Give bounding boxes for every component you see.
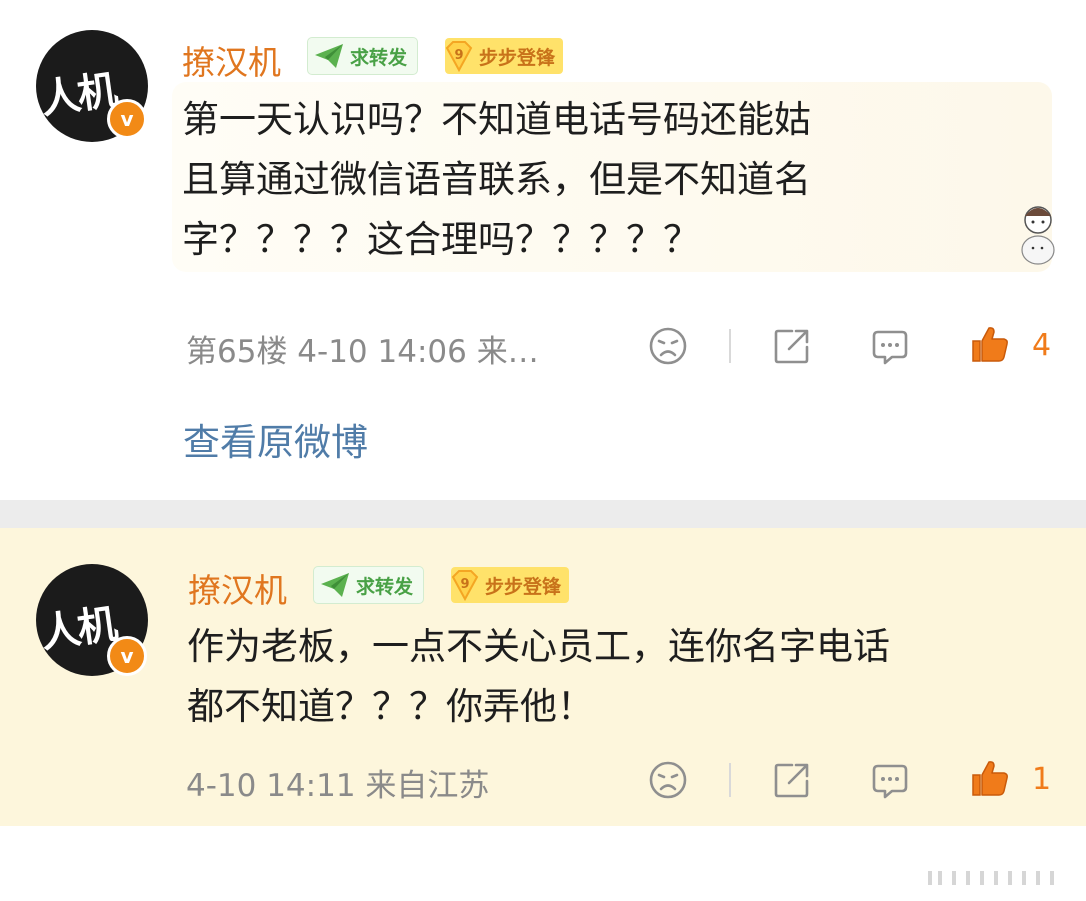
view-original-link[interactable]: 查看原微博: [183, 412, 368, 466]
username[interactable]: 撩汉机: [188, 564, 287, 612]
sad-face-icon[interactable]: [648, 326, 688, 366]
level-tag[interactable]: 9 步步登锋: [451, 567, 570, 603]
diamond-level-icon: 9: [445, 41, 473, 73]
level-tag[interactable]: 9 步步登锋: [445, 38, 564, 74]
like-count: 4: [1032, 328, 1052, 363]
level-tag-label: 步步登锋: [479, 46, 556, 69]
divider: [729, 763, 731, 797]
level-number: 9: [460, 577, 469, 592]
comment-card: 人机 v 撩汉机 求转发 9 步步登锋 第一天认识吗？不知道电话号码还能姑 且算…: [0, 0, 1086, 500]
share-icon[interactable]: [772, 760, 812, 800]
thumbs-up-icon[interactable]: [970, 324, 1010, 364]
level-number: 9: [454, 48, 463, 63]
diamond-level-icon: 9: [451, 570, 479, 602]
comment-meta: 第65楼 4-10 14:06 来…: [186, 334, 539, 370]
forward-tag-label: 求转发: [350, 46, 408, 69]
sad-face-icon[interactable]: [648, 760, 688, 800]
verified-badge-icon: v: [107, 636, 147, 676]
thumbs-up-icon[interactable]: [970, 758, 1010, 798]
bottom-spacer: [0, 826, 1086, 901]
watermark-bars-icon: [928, 871, 1054, 885]
verified-badge-icon: v: [107, 99, 147, 139]
comment-text-line: 作为老板，一点不关心员工，连你名字电话: [187, 625, 890, 668]
avatar[interactable]: 人机 v: [36, 564, 148, 676]
comment-icon[interactable]: [870, 326, 910, 366]
comment-text-line: 第一天认识吗？不知道电话号码还能姑: [182, 98, 811, 141]
avatar[interactable]: 人机 v: [36, 30, 148, 142]
paper-plane-icon: [321, 573, 349, 597]
username[interactable]: 撩汉机: [182, 36, 281, 84]
forward-tag-label: 求转发: [356, 575, 414, 598]
forward-tag[interactable]: 求转发: [307, 37, 419, 75]
share-icon[interactable]: [772, 326, 812, 366]
comment-card-highlighted: 人机 v 撩汉机 求转发 9 步步登锋 作为老板，一点不关心员工，连你名字电话 …: [0, 528, 1086, 826]
comment-text-line: 且算通过微信语音联系，但是不知道名: [182, 158, 811, 201]
level-tag-label: 步步登锋: [485, 575, 562, 598]
like-count: 1: [1032, 762, 1052, 797]
cartoon-sticker-icon: [1021, 206, 1055, 265]
comment-icon[interactable]: [870, 760, 910, 800]
comment-meta: 4-10 14:11 来自江苏: [186, 768, 490, 804]
comment-text-line: 字？？？？这合理吗？？？？？: [182, 218, 700, 261]
divider: [729, 329, 731, 363]
comment-text-line: 都不知道？？？你弄他！: [187, 685, 594, 728]
section-separator: [0, 500, 1086, 528]
forward-tag[interactable]: 求转发: [313, 566, 425, 604]
paper-plane-icon: [315, 44, 343, 68]
